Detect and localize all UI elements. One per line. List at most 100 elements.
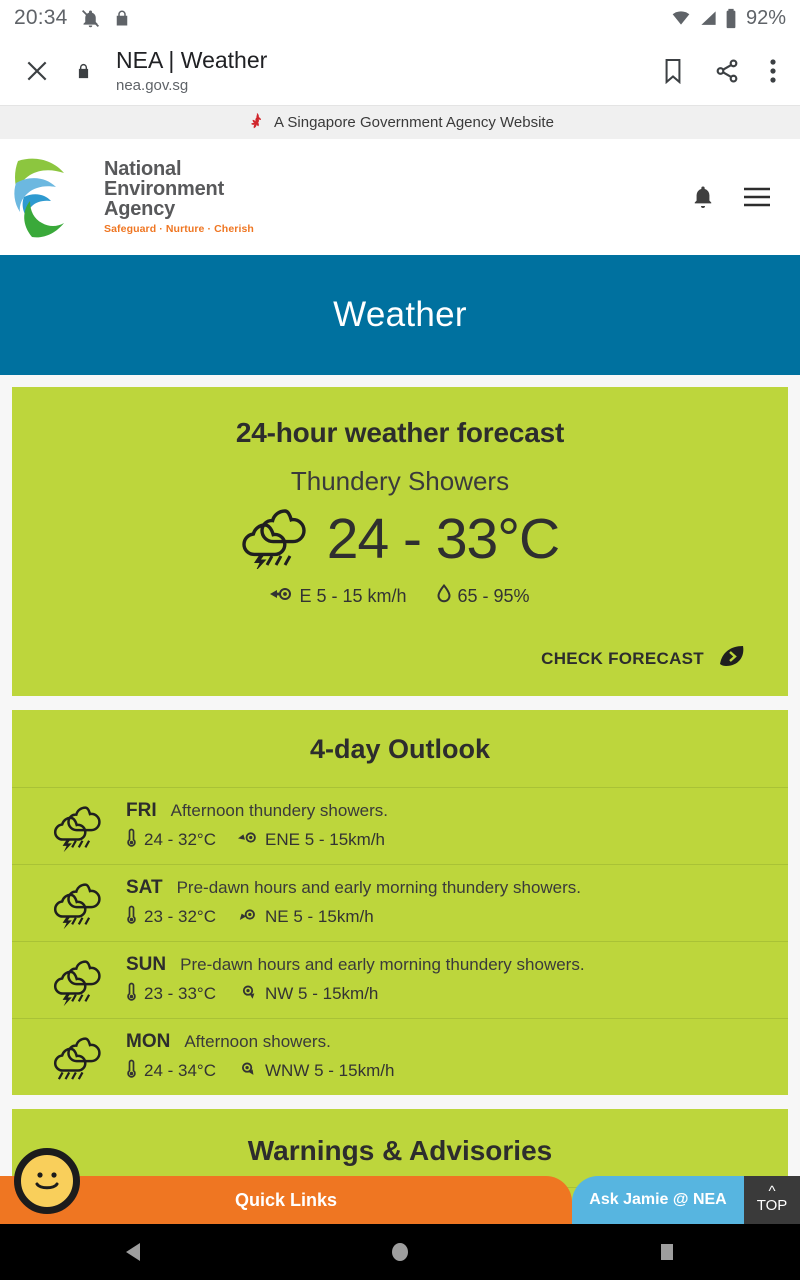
ask-jamie-label: Ask Jamie @ NEA <box>589 1191 727 1208</box>
outlook-row-top: SAT Pre-dawn hours and early morning thu… <box>126 877 770 899</box>
battery-icon <box>725 8 737 29</box>
outlook-desc: Afternoon thundery showers. <box>170 801 388 820</box>
thundery-showers-icon <box>52 877 110 929</box>
nea-logo[interactable]: National Environment Agency Safeguard · … <box>10 151 254 243</box>
chevron-up-icon: ^ <box>768 1182 776 1200</box>
outlook-day: SAT <box>126 877 163 898</box>
forecast-24h-condition: Thundery Showers <box>290 466 510 496</box>
government-banner[interactable]: A Singapore Government Agency Website <box>0 106 800 139</box>
outlook-row-top: SUN Pre-dawn hours and early morning thu… <box>126 954 770 976</box>
outlook-row-info: MON Afternoon showers. 24 - 34°C WNW 5 -… <box>126 1031 770 1083</box>
notification-bell-icon[interactable] <box>692 184 714 210</box>
recents-square-icon[interactable] <box>607 1242 727 1262</box>
wind-metric: E 5 - 15 km/h <box>270 586 407 607</box>
logo-line-2: Environment <box>104 178 225 201</box>
scroll-to-top-button[interactable]: ^ TOP <box>744 1176 800 1224</box>
forecast-24h-temp-row: 24 - 33°C <box>32 503 768 574</box>
lock-icon <box>113 8 131 28</box>
outlook-row-bottom: 23 - 33°C NW 5 - 15km/h <box>126 982 770 1006</box>
thundery-showers-icon <box>52 954 110 1006</box>
browser-toolbar: NEA | Weather nea.gov.sg <box>0 36 800 106</box>
outlook-row-info: SAT Pre-dawn hours and early morning thu… <box>126 877 770 929</box>
device-screen: 20:34 92% NEA | Weather nea.gov.sg A Sin… <box>0 0 800 1280</box>
outlook-row-info: FRI Afternoon thundery showers. 24 - 32°… <box>126 800 770 852</box>
close-icon[interactable] <box>20 54 54 88</box>
status-bar-left: 20:34 <box>14 6 131 30</box>
page-banner-title: Weather <box>333 295 467 334</box>
outlook-row-info: SUN Pre-dawn hours and early morning thu… <box>126 954 770 1006</box>
outlook-temp-stat: 23 - 33°C <box>126 982 216 1006</box>
singapore-lion-icon <box>246 112 265 133</box>
android-nav-bar <box>0 1224 800 1280</box>
outlook-day: MON <box>126 1031 171 1052</box>
home-circle-icon[interactable] <box>340 1241 460 1263</box>
humidity-metric: 65 - 95% <box>436 583 530 608</box>
wind-direction-icon <box>238 984 258 1004</box>
back-triangle-icon[interactable] <box>73 1241 193 1263</box>
outlook-temp: 23 - 32°C <box>144 907 217 926</box>
overflow-menu-icon[interactable] <box>770 58 776 84</box>
wind-direction-icon <box>238 1061 258 1081</box>
forecast-24h-heading: 24-hour weather forecast <box>235 417 565 448</box>
outlook-row: MON Afternoon showers. 24 - 34°C WNW 5 -… <box>12 1018 788 1095</box>
browser-title-block[interactable]: NEA | Weather nea.gov.sg <box>116 47 644 93</box>
logo-line-3: Agency <box>104 198 176 221</box>
forecast-24h-card: 24-hour weather forecast Thundery Shower… <box>12 387 788 696</box>
bookmark-icon[interactable] <box>662 58 684 84</box>
ask-jamie-button[interactable]: Ask Jamie @ NEA <box>572 1176 744 1224</box>
bottom-action-bar: Quick Links Ask Jamie @ NEA ^ TOP <box>0 1176 800 1224</box>
nea-swoosh-icon <box>14 158 64 238</box>
share-icon[interactable] <box>714 58 740 84</box>
quick-links-label: Quick Links <box>234 1189 338 1210</box>
page-banner: Weather <box>0 255 800 375</box>
outlook-card: 4-day Outlook FRI Afternoon thundery sho… <box>12 710 788 1095</box>
outlook-row-top: FRI Afternoon thundery showers. <box>126 800 770 822</box>
hamburger-menu-icon[interactable] <box>742 186 772 208</box>
wifi-icon <box>670 8 692 28</box>
outlook-desc: Afternoon showers. <box>184 1032 331 1051</box>
battery-percent: 92% <box>745 6 786 29</box>
page-title: NEA | Weather <box>116 47 268 74</box>
leaf-arrow-icon <box>716 643 746 674</box>
outlook-temp: 24 - 34°C <box>144 1061 217 1080</box>
humidity-value: 65 - 95% <box>457 585 530 606</box>
nea-logo-text: National Environment Agency Safeguard · … <box>104 159 254 235</box>
outlook-row-top: MON Afternoon showers. <box>126 1031 770 1053</box>
humidity-droplet-icon <box>436 583 451 608</box>
outlook-wind-stat: NE 5 - 15km/h <box>238 907 374 927</box>
notifications-muted-icon <box>80 8 101 29</box>
outlook-temp-stat: 23 - 32°C <box>126 905 216 929</box>
outlook-wind-stat: NW 5 - 15km/h <box>238 984 378 1004</box>
quick-links-button[interactable]: Quick Links <box>0 1176 572 1224</box>
thermometer-icon <box>126 1059 137 1083</box>
outlook-temp-stat: 24 - 32°C <box>126 828 216 852</box>
site-header: National Environment Agency Safeguard · … <box>0 139 800 255</box>
outlook-row-bottom: 24 - 32°C ENE 5 - 15km/h <box>126 828 770 852</box>
outlook-temp-stat: 24 - 34°C <box>126 1059 216 1083</box>
outlook-temp: 23 - 33°C <box>144 984 217 1003</box>
thermometer-icon <box>126 828 137 852</box>
check-forecast-link[interactable]: CHECK FORECAST <box>32 643 768 674</box>
page-url: nea.gov.sg <box>116 76 189 94</box>
browser-actions <box>662 58 780 84</box>
security-lock-icon[interactable] <box>72 61 94 81</box>
outlook-wind-stat: ENE 5 - 15km/h <box>238 830 385 850</box>
government-banner-text: A Singapore Government Agency Website <box>274 114 554 131</box>
smiley-face-icon[interactable] <box>14 1148 80 1214</box>
wind-direction-icon <box>238 830 258 850</box>
outlook-desc: Pre-dawn hours and early morning thunder… <box>176 878 582 897</box>
signal-icon <box>699 9 718 28</box>
status-bar-right: 92% <box>670 7 786 30</box>
outlook-desc: Pre-dawn hours and early morning thunder… <box>180 955 585 974</box>
outlook-wind: ENE 5 - 15km/h <box>265 830 386 849</box>
wind-direction-icon <box>238 907 258 927</box>
header-icons <box>692 184 786 210</box>
logo-line-1: National <box>104 158 182 181</box>
forecast-24h-temperature: 24 - 33°C <box>326 506 560 571</box>
outlook-heading: 4-day Outlook <box>309 734 491 764</box>
outlook-wind: NE 5 - 15km/h <box>265 907 374 926</box>
outlook-wind: NW 5 - 15km/h <box>265 984 379 1003</box>
android-status-bar: 20:34 92% <box>0 0 800 36</box>
outlook-row: SAT Pre-dawn hours and early morning thu… <box>12 864 788 941</box>
outlook-row-bottom: 24 - 34°C WNW 5 - 15km/h <box>126 1059 770 1083</box>
